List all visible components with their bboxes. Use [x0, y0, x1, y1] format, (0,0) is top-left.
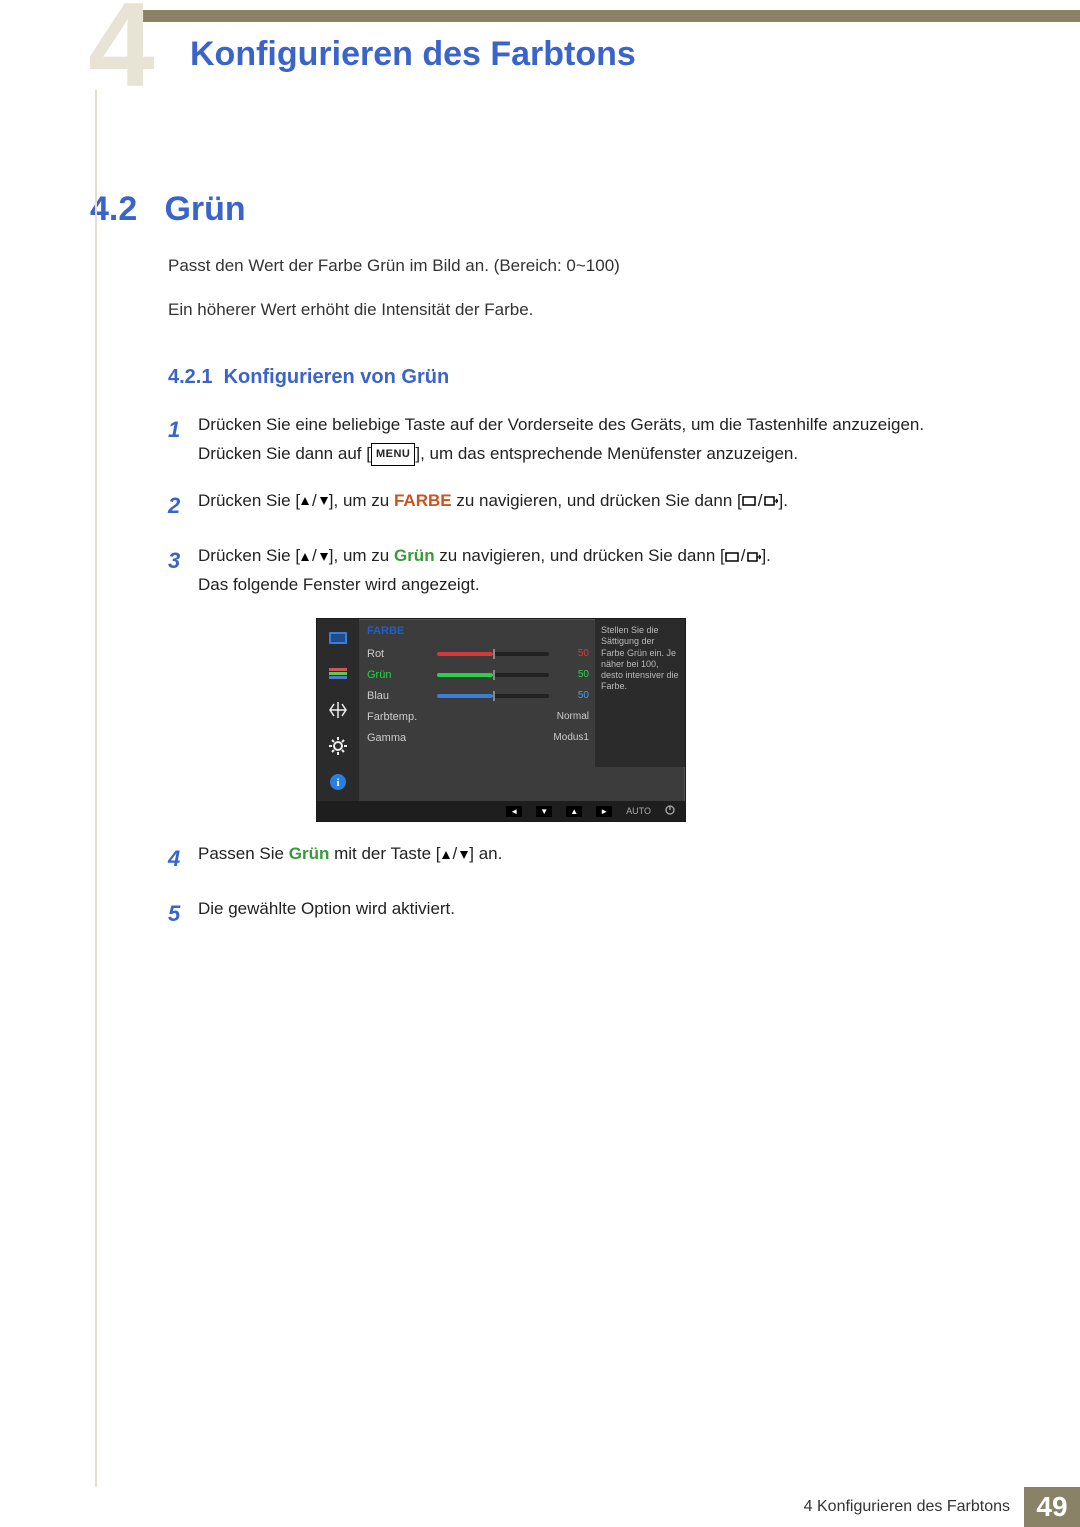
step-3-text-mid: ], um zu	[329, 546, 394, 565]
osd-row-green-label: Grün	[367, 669, 431, 681]
step-2-text-c: ].	[778, 491, 787, 510]
osd-row-colortemp-value: Normal	[535, 711, 589, 722]
osd-help-text: Stellen Sie die Sättigung der Farbe Grün…	[595, 619, 685, 767]
info-tab-icon: i	[327, 771, 349, 793]
osd-nav-bar: ◄ ▼ ▲ ► AUTO	[317, 801, 685, 821]
up-down-icon: /	[300, 487, 329, 516]
setup-tab-icon	[327, 735, 349, 757]
osd-menu: i FARBE Rot 50 Grün	[316, 618, 686, 822]
step-2-text-a: Drücken Sie [	[198, 491, 300, 510]
osd-row-gamma-value: Modus1	[535, 732, 589, 743]
picture-tab-icon	[327, 627, 349, 649]
step-3: 3 Drücken Sie [/], um zu Grün zu navigie…	[168, 542, 990, 600]
osd-row-blue-value: 50	[555, 690, 589, 701]
intro-paragraph-1: Passt den Wert der Farbe Grün im Bild an…	[168, 253, 990, 279]
osd-row-red: Rot 50	[367, 643, 589, 664]
step-3-target: Grün	[394, 546, 435, 565]
subsection-heading: 4.2.1 Konfigurieren von Grün	[168, 366, 990, 389]
chapter-number-bg: 4	[88, 0, 149, 105]
svg-text:i: i	[336, 777, 339, 789]
nav-left-icon: ◄	[506, 806, 522, 817]
nav-down-icon: ▼	[536, 806, 552, 817]
nav-up-icon: ▲	[566, 806, 582, 817]
step-3-text-c: ].	[761, 546, 770, 565]
step-2-text-b: zu navigieren, und drücken Sie dann [	[452, 491, 742, 510]
enter-source-icon: /	[725, 542, 762, 571]
osd-row-gamma: Gamma Modus1	[367, 727, 589, 748]
subsection-title: Konfigurieren von Grün	[224, 366, 450, 388]
osd-row-colortemp: Farbtemp. Normal	[367, 706, 589, 727]
step-5: 5 Die gewählte Option wird aktiviert.	[168, 895, 990, 932]
step-1-number: 1	[168, 411, 198, 469]
step-4-text-a: Passen Sie	[198, 844, 289, 863]
osd-row-green: Grün 50	[367, 664, 589, 685]
menu-button-label: MENU	[371, 443, 415, 466]
step-2-text-mid: ], um zu	[329, 491, 394, 510]
osd-row-blue-label: Blau	[367, 690, 431, 702]
up-down-icon: /	[441, 840, 470, 869]
page-number: 49	[1024, 1487, 1080, 1527]
chapter-header: 4 Konfigurieren des Farbtons	[0, 0, 1080, 90]
step-2-number: 2	[168, 487, 198, 524]
step-3-after: Das folgende Fenster wird angezeigt.	[198, 575, 480, 594]
section-title: Grün	[164, 190, 245, 229]
osd-title: FARBE	[367, 625, 589, 637]
osd-row-colortemp-label: Farbtemp.	[367, 711, 431, 723]
step-4-number: 4	[168, 840, 198, 877]
intro-paragraph-2: Ein höherer Wert erhöht die Intensität d…	[168, 297, 990, 323]
margin-rule	[95, 90, 97, 1487]
color-tab-icon	[327, 663, 349, 685]
step-4: 4 Passen Sie Grün mit der Taste [/] an.	[168, 840, 990, 877]
step-1-text-b: ], um das entsprechende Menüfenster anzu…	[415, 444, 798, 463]
nav-right-icon: ►	[596, 806, 612, 817]
osd-row-red-label: Rot	[367, 648, 431, 660]
subsection-number: 4.2.1	[168, 366, 212, 388]
size-tab-icon	[327, 699, 349, 721]
section-number: 4.2	[90, 190, 160, 229]
step-3-number: 3	[168, 542, 198, 600]
up-down-icon: /	[300, 542, 329, 571]
osd-row-gamma-label: Gamma	[367, 732, 431, 744]
osd-sidebar: i	[317, 619, 359, 801]
page-footer: 4 Konfigurieren des Farbtons 49	[0, 1487, 1080, 1527]
section-heading: 4.2 Grün	[90, 190, 990, 229]
step-2: 2 Drücken Sie [/], um zu FARBE zu navigi…	[168, 487, 990, 524]
footer-chapter-label: 4 Konfigurieren des Farbtons	[804, 1498, 1010, 1516]
step-4-text-b: mit der Taste [	[329, 844, 440, 863]
step-5-text: Die gewählte Option wird aktiviert.	[198, 895, 990, 932]
power-icon	[665, 805, 675, 817]
step-4-target: Grün	[289, 844, 330, 863]
osd-row-green-value: 50	[555, 669, 589, 680]
nav-auto-label: AUTO	[626, 806, 651, 816]
chapter-title: Konfigurieren des Farbtons	[190, 35, 636, 74]
step-2-target: FARBE	[394, 491, 452, 510]
step-3-text-b: zu navigieren, und drücken Sie dann [	[435, 546, 725, 565]
enter-source-icon: /	[742, 487, 779, 516]
osd-row-blue: Blau 50	[367, 685, 589, 706]
step-3-text-a: Drücken Sie [	[198, 546, 300, 565]
step-1: 1 Drücken Sie eine beliebige Taste auf d…	[168, 411, 990, 469]
osd-row-red-value: 50	[555, 648, 589, 659]
step-4-text-c: ] an.	[469, 844, 502, 863]
step-5-number: 5	[168, 895, 198, 932]
